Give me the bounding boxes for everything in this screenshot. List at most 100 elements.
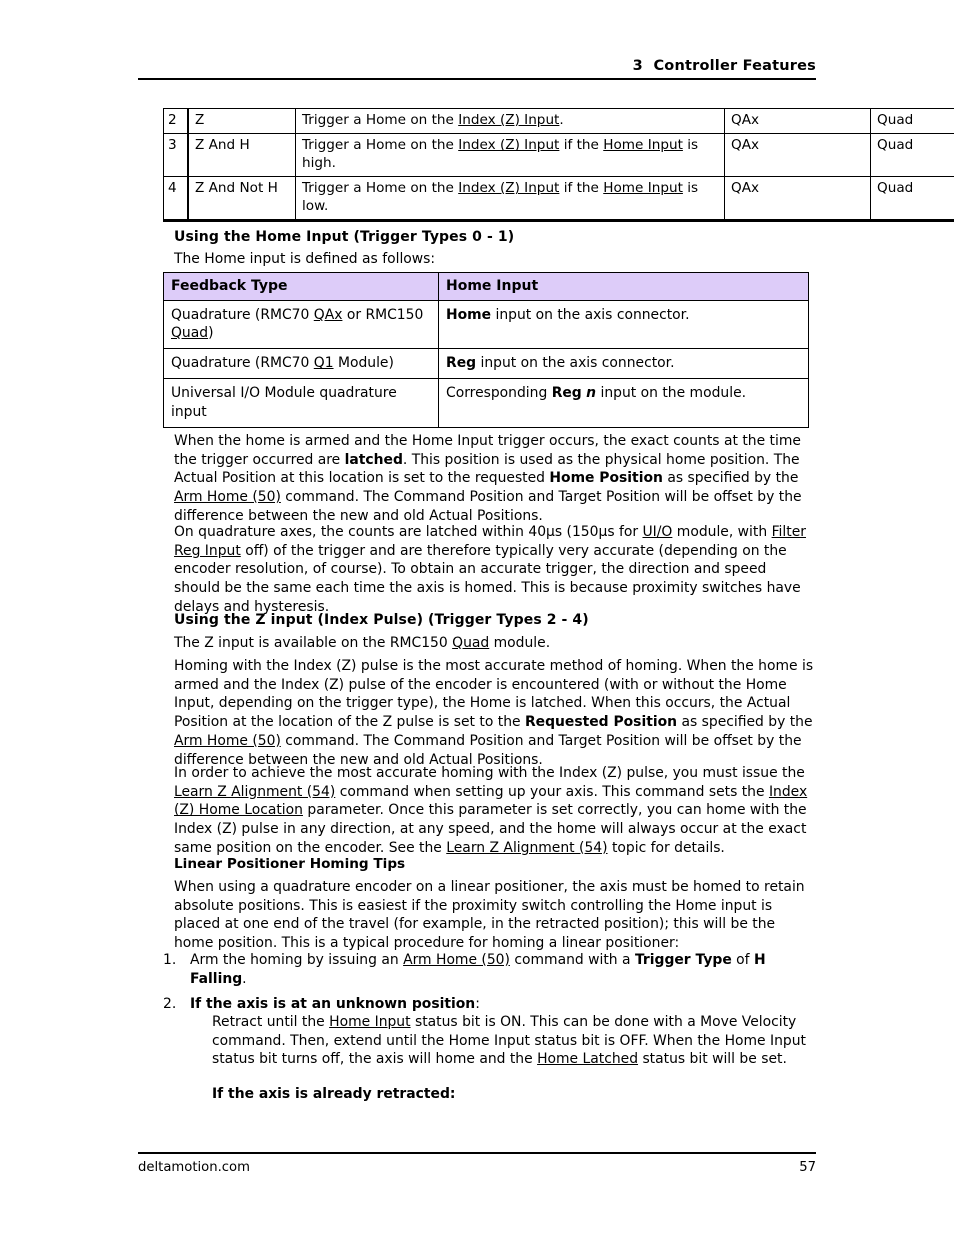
para-text: Arm the homing by issuing an — [190, 952, 404, 968]
learn-z-alignment-link-2[interactable]: Learn Z Alignment (54) — [446, 840, 607, 856]
trigger-description: Trigger a Home on the Index (Z) Input. — [295, 107, 725, 135]
trigger-name: Z And Not H — [187, 176, 296, 222]
arm-home-link[interactable]: Arm Home (50) — [403, 952, 510, 968]
cell-text-post: input on the module. — [596, 385, 747, 402]
trigger-name: Z And H — [187, 133, 296, 178]
heading-using-home-input: Using the Home Input (Trigger Types 0 - … — [174, 229, 515, 245]
cell-text-post: ) — [208, 325, 214, 342]
home-input-cell: Corresponding Reg n input on the module. — [438, 378, 809, 428]
index-z-input-link[interactable]: Index (Z) Input — [458, 112, 559, 128]
para-text: module. — [489, 635, 551, 651]
page-header: 3 Controller Features — [138, 52, 816, 80]
para-text: topic for details. — [607, 839, 725, 856]
para-text: off) of the trigger and are therefore ty… — [174, 542, 801, 615]
feedback-quad: Quad — [870, 133, 954, 178]
list-item: 2. If the axis is at an unknown position… — [163, 995, 811, 1014]
para-text: : — [475, 996, 480, 1013]
cell-text-mid: or RMC150 — [342, 307, 424, 324]
page-footer: deltamotion.com 57 — [138, 1152, 816, 1175]
qax-link[interactable]: QAx — [314, 307, 343, 323]
quad-link[interactable]: Quad — [452, 635, 489, 651]
list-marker: 1. — [163, 952, 177, 968]
learn-z-alignment-paragraph: In order to achieve the most accurate ho… — [174, 764, 814, 858]
uio-link[interactable]: UI/O — [642, 524, 672, 540]
desc-text: Trigger a Home on the — [302, 137, 459, 154]
para-text: Retract until the — [212, 1014, 330, 1030]
retract-instructions: Retract until the Home Input status bit … — [212, 1013, 812, 1069]
index-z-input-link[interactable]: Index (Z) Input — [458, 137, 559, 153]
unknown-position-keyword: If the axis is at an unknown position — [190, 996, 476, 1013]
trigger-name: Z — [187, 107, 296, 135]
feedback-type-cell: Quadrature (RMC70 Q1 Module) — [163, 348, 439, 380]
feedback-qax: QAx — [724, 176, 871, 222]
q1-link[interactable]: Q1 — [314, 355, 334, 371]
learn-z-alignment-link[interactable]: Learn Z Alignment (54) — [174, 784, 335, 800]
list-item: 1. Arm the homing by issuing an Arm Home… — [163, 951, 811, 988]
cell-text: input on the axis connector. — [491, 307, 690, 324]
requested-position-keyword: Requested Position — [524, 714, 678, 731]
footer-site: deltamotion.com — [138, 1160, 250, 1175]
document-page: 3 Controller Features 2 Z Trigger a Home… — [0, 0, 954, 1235]
feedback-quad: Quad — [870, 107, 954, 135]
table-row: Universal I/O Module quadrature input Co… — [163, 378, 809, 428]
arm-home-link[interactable]: Arm Home (50) — [174, 489, 281, 505]
cell-text: input on the axis connector. — [476, 355, 675, 372]
feedback-qax: QAx — [724, 107, 871, 135]
trigger-number: 3 — [163, 133, 189, 178]
home-latched-link[interactable]: Home Latched — [537, 1051, 638, 1067]
home-input-link[interactable]: Home Input — [603, 137, 683, 153]
quadrature-latching-paragraph: On quadrature axes, the counts are latch… — [174, 523, 814, 617]
para-text: as specified by the — [662, 470, 799, 487]
table-header-row: Feedback Type Home Input — [163, 271, 809, 302]
para-text: module, with — [672, 524, 772, 540]
desc-text: Trigger a Home on the — [302, 180, 459, 197]
home-input-intro: The Home input is defined as follows: — [174, 251, 436, 267]
trigger-type-table: 2 Z Trigger a Home on the Index (Z) Inpu… — [163, 107, 954, 222]
trigger-number: 2 — [163, 107, 189, 135]
desc-text-mid: if the — [559, 137, 604, 154]
table-row: 2 Z Trigger a Home on the Index (Z) Inpu… — [163, 107, 954, 135]
feedback-type-cell: Universal I/O Module quadrature input — [163, 378, 439, 428]
linear-positioner-paragraph: When using a quadrature encoder on a lin… — [174, 879, 805, 952]
para-text: In order to achieve the most accurate ho… — [174, 765, 805, 781]
home-keyword: Home — [446, 307, 492, 324]
homing-procedure-list: 1. Arm the homing by issuing an Arm Home… — [163, 951, 811, 1021]
home-input-cell: Home input on the axis connector. — [438, 300, 809, 350]
para-text: The Z input is available on the RMC150 — [174, 635, 453, 651]
column-header-home-input: Home Input — [438, 271, 809, 302]
para-text: status bit will be set. — [638, 1051, 787, 1068]
table-row: 4 Z And Not H Trigger a Home on the Inde… — [163, 176, 954, 222]
quad-link[interactable]: Quad — [171, 325, 208, 341]
list-item-text: If the axis is at an unknown position: — [190, 996, 480, 1012]
reg-keyword: Reg — [551, 385, 582, 402]
cell-text-mid: Module) — [333, 355, 394, 372]
z-pulse-homing-paragraph: Homing with the Index (Z) pulse is the m… — [174, 657, 814, 769]
home-input-link[interactable]: Home Input — [329, 1014, 410, 1030]
trigger-type-keyword: Trigger Type — [634, 952, 732, 968]
index-z-input-link[interactable]: Index (Z) Input — [458, 180, 559, 196]
feedback-type-cell: Quadrature (RMC70 QAx or RMC150 Quad) — [163, 300, 439, 350]
para-text: . — [242, 970, 247, 987]
n-variable: n — [586, 385, 597, 402]
list-item-text: Arm the homing by issuing an Arm Home (5… — [190, 952, 766, 987]
desc-text-mid: . — [559, 112, 564, 128]
cell-text: Corresponding — [446, 385, 552, 402]
feedback-quad: Quad — [870, 176, 954, 222]
desc-text: Trigger a Home on the — [302, 112, 459, 128]
para-text: as specified by the — [677, 714, 813, 731]
home-input-link[interactable]: Home Input — [603, 180, 683, 196]
para-text: command with a — [509, 952, 635, 968]
already-retracted-heading: If the axis is already retracted: — [212, 1085, 812, 1104]
arm-home-link[interactable]: Arm Home (50) — [174, 733, 281, 749]
feedback-qax: QAx — [724, 133, 871, 178]
table-row: 3 Z And H Trigger a Home on the Index (Z… — [163, 133, 954, 178]
para-text: On quadrature axes, the counts are latch… — [174, 524, 643, 540]
heading-using-z-input: Using the Z input (Index Pulse) (Trigger… — [174, 612, 589, 628]
home-latched-paragraph: When the home is armed and the Home Inpu… — [174, 432, 814, 526]
column-header-feedback-type: Feedback Type — [163, 271, 439, 302]
list-marker: 2. — [163, 996, 177, 1013]
desc-text-mid: if the — [559, 180, 604, 197]
reg-keyword: Reg — [446, 355, 477, 372]
para-text: command when setting up your axis. This … — [335, 783, 769, 800]
trigger-description: Trigger a Home on the Index (Z) Input if… — [295, 176, 725, 222]
